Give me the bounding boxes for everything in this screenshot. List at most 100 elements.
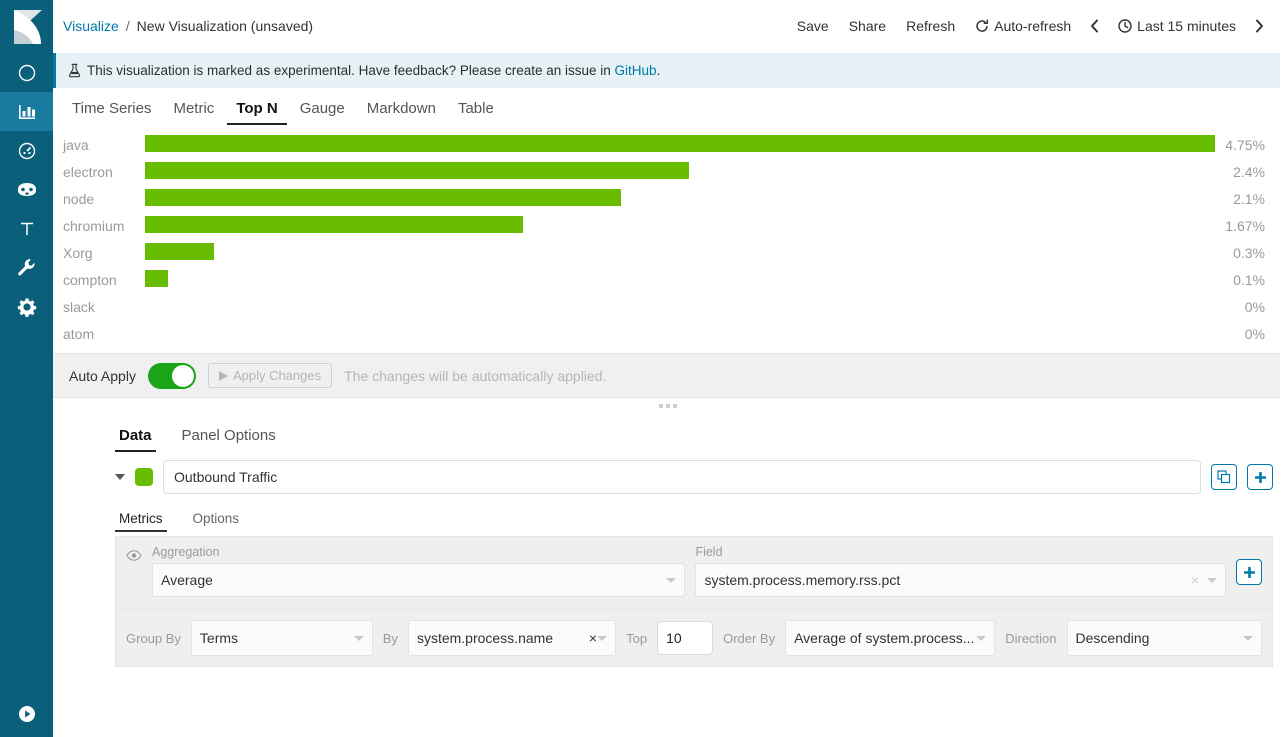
compass-icon (17, 63, 37, 83)
direction-select[interactable]: Descending (1067, 620, 1263, 656)
chart-bar-row[interactable]: java4.75% (63, 131, 1265, 158)
tab-table[interactable]: Table (449, 100, 503, 125)
sidebar-item-management[interactable] (0, 287, 53, 326)
chart-bar-label: Xorg (63, 245, 145, 261)
chart-bar-track (145, 266, 1193, 293)
chart-bar-track (145, 293, 1193, 320)
field-select[interactable]: system.process.memory.rss.pct × (695, 563, 1226, 597)
tab-top-n[interactable]: Top N (227, 100, 286, 125)
github-link[interactable]: GitHub (615, 63, 657, 78)
breadcrumb: Visualize / New Visualization (unsaved) (63, 18, 313, 34)
refresh-icon (975, 19, 989, 33)
order-by-select[interactable]: Average of system.process... (785, 620, 995, 656)
chart-bar-row[interactable]: node2.1% (63, 185, 1265, 212)
gear-icon (17, 297, 37, 317)
field-value: system.process.memory.rss.pct (704, 572, 1190, 588)
breadcrumb-visualize-link[interactable]: Visualize (63, 18, 119, 34)
chart-bar-fill (145, 162, 689, 179)
by-field-select[interactable]: system.process.name × (408, 620, 616, 656)
bar-chart-icon (17, 102, 37, 122)
chart-bar-fill (145, 216, 523, 233)
timelion-t-icon (17, 219, 37, 239)
tab-markdown[interactable]: Markdown (358, 100, 445, 125)
sidebar-item-visualize[interactable] (0, 92, 53, 131)
save-button[interactable]: Save (787, 18, 839, 34)
chart-bar-row[interactable]: atom0% (63, 320, 1265, 347)
chart-bar-row[interactable]: compton0.1% (63, 266, 1265, 293)
eye-icon[interactable] (126, 548, 142, 566)
chart-bar-value: 0.3% (1193, 245, 1265, 261)
clear-field-icon[interactable]: × (1191, 572, 1199, 588)
tab-data[interactable]: Data (115, 427, 156, 452)
wrench-icon (16, 257, 37, 278)
drag-dot (673, 404, 677, 408)
auto-refresh-button[interactable]: Auto-refresh (965, 18, 1081, 34)
chart-bar-row[interactable]: slack 0% (63, 293, 1265, 320)
series-sub-tabs: Metrics Options (115, 506, 1273, 532)
sidebar-item-dashboard[interactable] (0, 131, 53, 170)
refresh-button[interactable]: Refresh (896, 18, 965, 34)
panel-resize-handle[interactable] (53, 398, 1283, 414)
chart-bar-row[interactable]: Xorg 0.3% (63, 239, 1265, 266)
chart-bar-fill (145, 243, 214, 260)
add-series-button[interactable] (1247, 464, 1273, 490)
experimental-banner: This visualization is marked as experime… (53, 53, 1283, 88)
order-by-value: Average of system.process... (794, 630, 976, 646)
series-color-swatch[interactable] (135, 468, 153, 486)
clear-by-field-icon[interactable]: × (589, 630, 597, 646)
sidebar-item-timelion[interactable] (0, 209, 53, 248)
group-by-select[interactable]: Terms (191, 620, 373, 656)
kibana-logo[interactable] (0, 0, 53, 53)
auto-apply-toggle[interactable] (148, 363, 196, 389)
aggregation-select[interactable]: Average (152, 563, 685, 597)
aggregation-value: Average (161, 572, 666, 588)
auto-apply-bar: Auto Apply Apply Changes The changes wil… (53, 353, 1283, 398)
top-count-input[interactable] (657, 621, 713, 655)
toggle-knob (172, 365, 194, 387)
apply-changes-button[interactable]: Apply Changes (208, 363, 332, 388)
chevron-down-icon (976, 636, 986, 641)
chart-bar-label: atom (63, 326, 145, 342)
chart-bar-fill (145, 135, 1215, 152)
tab-metrics[interactable]: Metrics (115, 511, 167, 532)
breadcrumb-current: New Visualization (unsaved) (137, 18, 313, 34)
chart-bar-label: slack (63, 299, 145, 315)
chart-bar-row[interactable]: chromium1.67% (63, 212, 1265, 239)
chart-bar-fill (145, 270, 168, 287)
chart-bar-value: 0% (1193, 299, 1265, 315)
clone-series-button[interactable] (1211, 464, 1237, 490)
play-icon (219, 371, 228, 381)
group-by-row: Group By Terms By system.process.name × … (115, 610, 1273, 667)
ml-icon (16, 180, 38, 200)
time-next-button[interactable] (1246, 19, 1273, 33)
series-label-input[interactable] (163, 460, 1201, 494)
tab-panel-options[interactable]: Panel Options (178, 427, 280, 452)
time-picker-button[interactable]: Last 15 minutes (1108, 18, 1246, 34)
chart-bar-row[interactable]: electron2.4% (63, 158, 1265, 185)
share-button[interactable]: Share (839, 18, 896, 34)
tab-metric[interactable]: Metric (164, 100, 223, 125)
chart-bar-label: node (63, 191, 145, 207)
sidebar-item-machine-learning[interactable] (0, 170, 53, 209)
sidebar-item-dev-tools[interactable] (0, 248, 53, 287)
tab-time-series[interactable]: Time Series (63, 100, 160, 125)
auto-apply-hint: The changes will be automatically applie… (344, 368, 606, 384)
time-prev-button[interactable] (1081, 19, 1108, 33)
chart-bar-value: 2.4% (1193, 164, 1265, 180)
flask-icon (68, 63, 81, 78)
sidebar-item-discover[interactable] (0, 53, 53, 92)
tab-options[interactable]: Options (189, 511, 244, 532)
main-content: Visualize / New Visualization (unsaved) … (53, 0, 1283, 737)
field-label: Field (695, 545, 1226, 559)
chart-bar-value: 1.67% (1193, 218, 1265, 234)
tab-gauge[interactable]: Gauge (291, 100, 354, 125)
chart-bar-value: 0.1% (1193, 272, 1265, 288)
top-n-chart: java4.75%electron2.4%node2.1%chromium1.6… (53, 125, 1283, 353)
direction-value: Descending (1076, 630, 1244, 646)
group-by-value: Terms (200, 630, 354, 646)
collapse-nav-button[interactable] (0, 690, 53, 737)
add-metric-button[interactable] (1236, 559, 1262, 585)
chevron-down-icon[interactable] (115, 474, 125, 480)
aggregation-label: Aggregation (152, 545, 685, 559)
kibana-logo-icon (11, 10, 43, 44)
